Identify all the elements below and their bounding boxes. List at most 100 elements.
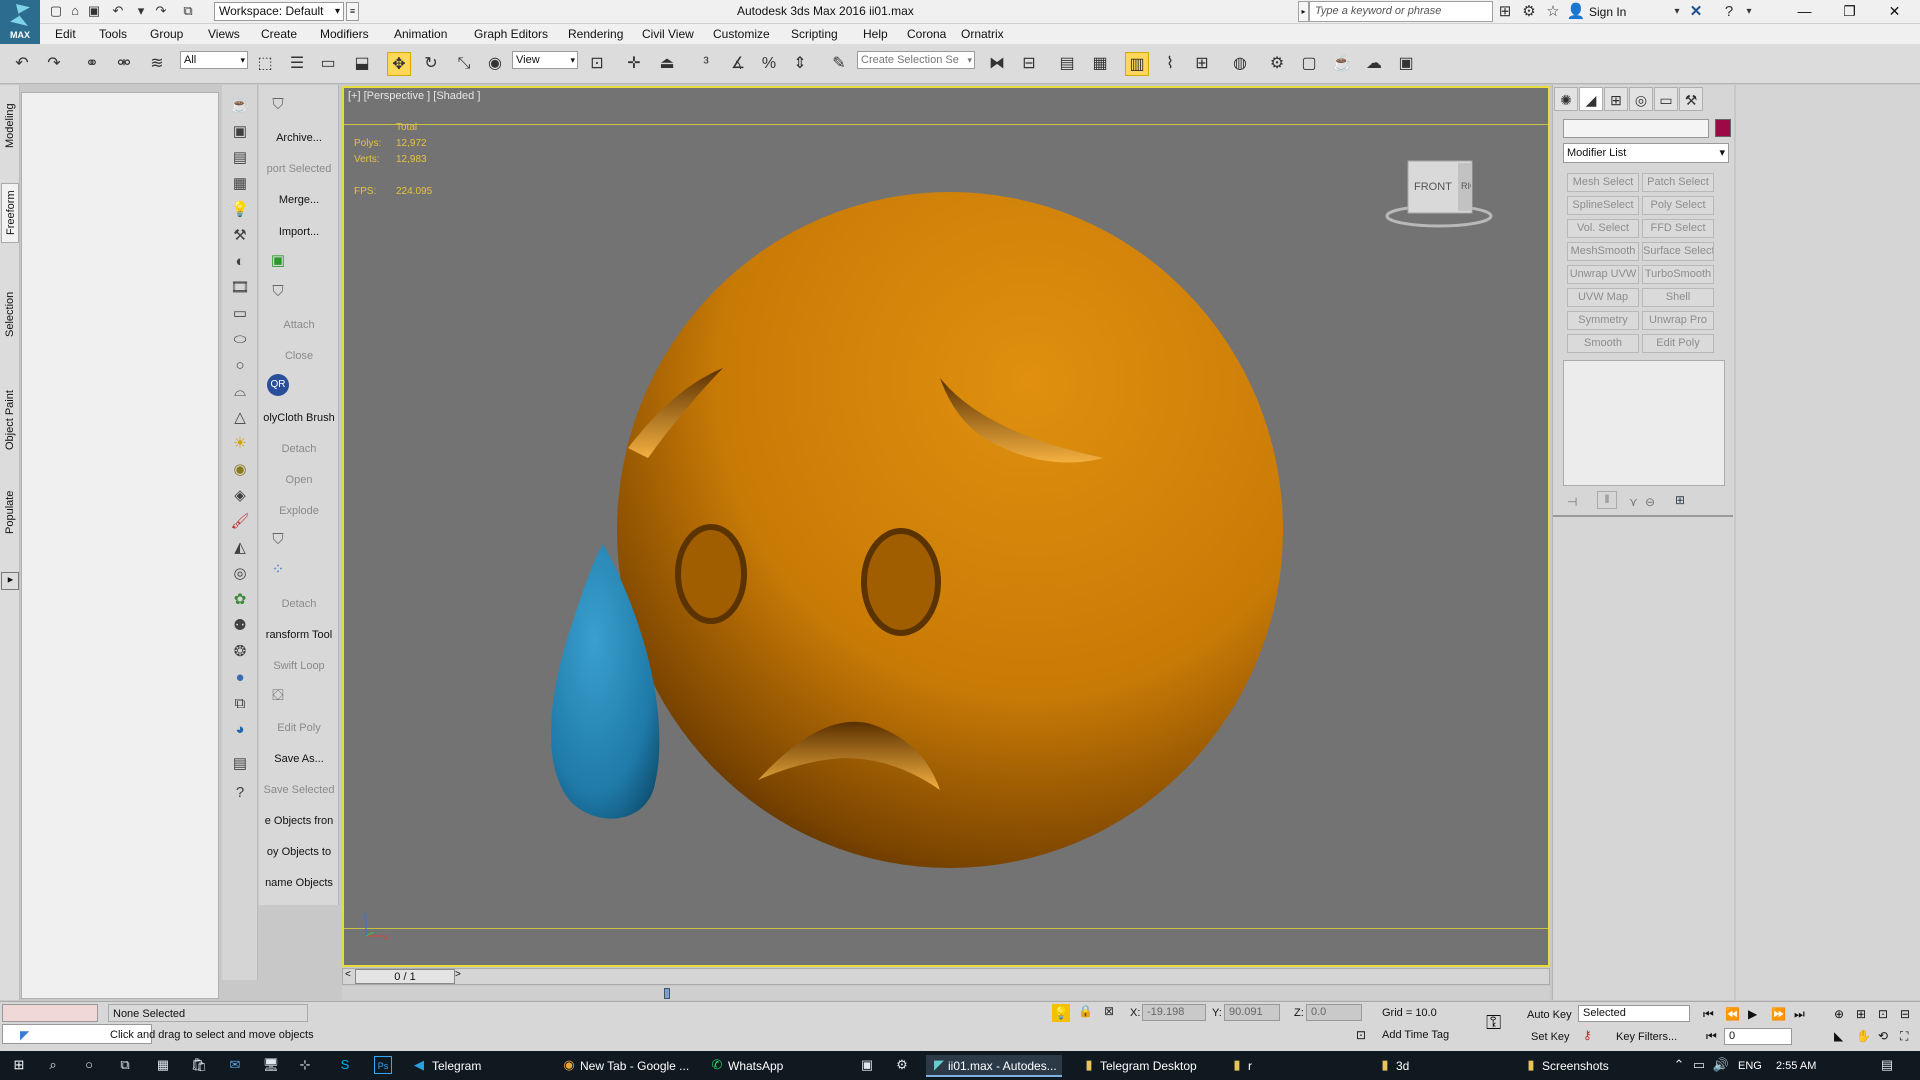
open-button[interactable]: Open xyxy=(259,471,339,489)
x-coord-field[interactable]: -19.198 xyxy=(1142,1004,1206,1021)
percent-snap-icon[interactable]: % xyxy=(757,52,781,76)
menu-graph-editors[interactable]: Graph Editors xyxy=(474,27,548,41)
tab-populate[interactable]: Populate xyxy=(1,480,19,544)
menu-civil-view[interactable]: Civil View xyxy=(642,27,694,41)
language-indicator[interactable]: ENG xyxy=(1738,1055,1762,1077)
selection-filter-select[interactable]: All xyxy=(180,51,248,69)
select-place-icon[interactable]: ◉ xyxy=(483,52,507,76)
z-coord-field[interactable]: 0.0 xyxy=(1306,1004,1362,1021)
select-move-icon[interactable]: ✥ xyxy=(387,52,411,76)
tab-selection[interactable]: Selection xyxy=(1,283,19,345)
list-icon[interactable]: ▤ xyxy=(229,147,251,169)
menu-create[interactable]: Create xyxy=(261,27,297,41)
select-scale-icon[interactable]: ⤡ xyxy=(452,52,476,76)
project-folder-icon[interactable]: ⧉ xyxy=(180,3,196,19)
unlink-icon[interactable]: ⚮ xyxy=(112,52,136,76)
store-icon[interactable]: 🛍 xyxy=(190,1056,208,1074)
modifier-button-vol-select[interactable]: Vol. Select xyxy=(1567,219,1639,238)
render-iterative-icon[interactable]: ☁ xyxy=(1362,52,1386,76)
time-tag-icon[interactable]: ⊡ xyxy=(1356,1028,1366,1042)
plane-icon[interactable]: ▭ xyxy=(229,303,251,325)
maxscript-listener-pink[interactable] xyxy=(2,1004,98,1022)
search-icon[interactable]: ⌕ xyxy=(44,1056,62,1074)
attach-button[interactable]: Attach xyxy=(259,316,339,334)
tray-chevron-icon[interactable]: ⌃ xyxy=(1670,1056,1688,1074)
menu-views[interactable]: Views xyxy=(208,27,240,41)
shell-icon[interactable]: ❂ xyxy=(229,641,251,663)
selection-lock-icon[interactable]: 🔒 xyxy=(1078,1004,1093,1018)
set-key-button[interactable]: Set Key xyxy=(1531,1028,1570,1046)
minimize-button[interactable]: — xyxy=(1782,0,1827,24)
tools-icon[interactable]: ⚒ xyxy=(229,225,251,247)
manipulate-icon[interactable]: ✛ xyxy=(622,52,646,76)
copy-objects-to-button[interactable]: oy Objects to xyxy=(259,843,339,861)
polycloth-brush-button[interactable]: olyCloth Brush xyxy=(259,409,339,427)
triangle-mesh-icon[interactable]: ◭ xyxy=(229,537,251,559)
export-selected-button[interactable]: port Selected xyxy=(259,160,339,178)
modifier-button-mesh-select[interactable]: Mesh Select xyxy=(1567,173,1639,192)
pivot-center-icon[interactable]: ⊡ xyxy=(585,52,609,76)
zoom-extents-all-icon[interactable]: ⊟ xyxy=(1900,1007,1910,1021)
blob-icon[interactable]: ◕ xyxy=(229,719,251,741)
rename-objects-button[interactable]: name Objects xyxy=(259,874,339,892)
film-icon[interactable]: 🎞 xyxy=(229,277,251,299)
menu-rendering[interactable]: Rendering xyxy=(568,27,623,41)
orbit-icon[interactable]: ⟲ xyxy=(1878,1029,1888,1043)
binoculars-icon[interactable]: ⊞ xyxy=(1495,2,1515,22)
time-slider[interactable]: < 0 / 1 > xyxy=(342,968,1550,985)
menu-tools[interactable]: Tools xyxy=(99,27,127,41)
cortana-icon[interactable]: ○ xyxy=(80,1056,98,1074)
next-frame-icon[interactable]: ⏩ xyxy=(1771,1007,1786,1021)
render-production-icon[interactable]: ☕ xyxy=(1330,52,1354,76)
modifier-button-meshsmooth[interactable]: MeshSmooth xyxy=(1567,242,1639,261)
align-icon[interactable]: ⊟ xyxy=(1017,52,1041,76)
app-logo[interactable]: MAX xyxy=(0,0,40,44)
time-prev-icon[interactable]: < xyxy=(345,969,351,980)
menu-animation[interactable]: Animation xyxy=(394,27,447,41)
new-file-icon[interactable]: ▢ xyxy=(48,3,64,19)
isolate-selection-icon[interactable]: 💡 xyxy=(1052,1004,1070,1022)
save-as-button[interactable]: Save As... xyxy=(259,750,339,768)
object-name-field[interactable] xyxy=(1563,119,1709,138)
display-tab-icon[interactable]: ▭ xyxy=(1654,87,1678,111)
time-next-icon[interactable]: > xyxy=(455,969,461,980)
window-crossing-icon[interactable]: ⬓ xyxy=(350,52,374,76)
tab-freeform[interactable]: Freeform xyxy=(1,183,19,243)
zoom-extents-icon[interactable]: ⊡ xyxy=(1878,1007,1888,1021)
keyboard-shortcut-override-icon[interactable]: ⏏ xyxy=(655,52,679,76)
swift-loop-button[interactable]: Swift Loop xyxy=(259,657,339,675)
material-icon[interactable]: ⚉ xyxy=(229,615,251,637)
zoom-icon[interactable]: ⊕ xyxy=(1834,1007,1844,1021)
calculator-icon[interactable]: ▦ xyxy=(154,1056,172,1074)
remove-modifier-icon[interactable]: ⊖ xyxy=(1645,495,1655,509)
sun-icon[interactable]: ☀ xyxy=(229,433,251,455)
modifier-button-shell[interactable]: Shell xyxy=(1642,288,1714,307)
redo-icon[interactable]: ↷ xyxy=(42,52,66,76)
undo-dropdown-icon[interactable]: ▾ xyxy=(133,3,149,19)
help-circle-icon[interactable]: ? xyxy=(229,782,251,804)
modifier-button-unwrap-uvw[interactable]: Unwrap UVW xyxy=(1567,265,1639,284)
toggle-layer-explorer-icon[interactable]: ▦ xyxy=(1088,52,1112,76)
maxscript-icon[interactable]: ◤ xyxy=(20,1028,29,1042)
menu-ornatrix[interactable]: Ornatrix xyxy=(961,27,1004,41)
plant-icon[interactable]: ✿ xyxy=(229,589,251,611)
menu-scripting[interactable]: Scripting xyxy=(791,27,838,41)
rendered-frame-window-icon[interactable]: ▢ xyxy=(1297,52,1321,76)
help-icon[interactable]: ? xyxy=(1719,2,1739,22)
favorites-star-icon[interactable]: ☆ xyxy=(1543,2,1563,22)
windows-start-icon[interactable]: ⊞ xyxy=(10,1056,28,1074)
close-button[interactable]: ✕ xyxy=(1872,0,1917,24)
select-rotate-icon[interactable]: ↻ xyxy=(419,52,443,76)
select-object-icon[interactable]: ⬚ xyxy=(253,52,277,76)
detach-button-2[interactable]: Detach xyxy=(259,595,339,613)
user-icon[interactable]: 👤 xyxy=(1566,2,1586,22)
copy-icon[interactable]: ⧉ xyxy=(229,693,251,715)
modifier-button-smooth[interactable]: Smooth xyxy=(1567,334,1639,353)
undo-icon[interactable]: ↶ xyxy=(110,3,126,19)
render-setup-icon[interactable]: ⚙ xyxy=(1265,52,1289,76)
tab-modeling[interactable]: Modeling xyxy=(1,95,19,157)
current-frame-field[interactable]: 0 xyxy=(1724,1028,1792,1045)
material-editor-icon[interactable]: ◍ xyxy=(1228,52,1252,76)
transform-tool-button[interactable]: ransform Tool xyxy=(259,626,339,644)
render-activeshade-icon[interactable]: ▣ xyxy=(1394,52,1418,76)
